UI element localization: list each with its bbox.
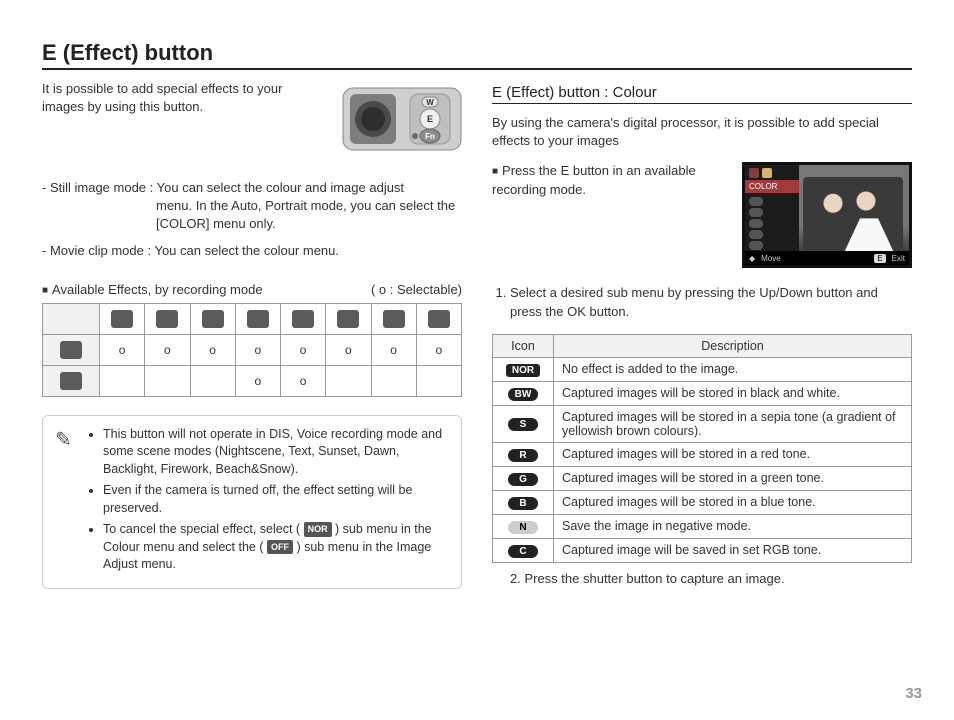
page-title: E (Effect) button: [42, 40, 912, 70]
lcd-updown-icon: ◆: [749, 254, 755, 263]
step-1: Select a desired sub menu by pressing th…: [510, 284, 912, 320]
note-item: To cancel the special effect, select ( N…: [103, 521, 449, 574]
table-row: NORNo effect is added to the image.: [493, 357, 912, 381]
press-e-text: ■Press the E button in an available reco…: [492, 162, 726, 198]
right-column: E (Effect) button : Colour By using the …: [492, 80, 912, 589]
effect-icon-n: N: [508, 521, 538, 534]
mode-icon: [111, 310, 133, 328]
mode-icon: [247, 310, 269, 328]
mode-icon: [337, 310, 359, 328]
note-item: Even if the camera is turned off, the ef…: [103, 482, 449, 517]
effect-icon-g: G: [508, 473, 538, 486]
effect-icon-b: B: [508, 497, 538, 510]
sub-title: E (Effect) button : Colour: [492, 84, 912, 104]
still-mode-desc: - Still image mode : You can select the …: [42, 179, 462, 234]
left-column: It is possible to add special effects to…: [42, 80, 462, 589]
svg-text:E: E: [427, 114, 433, 124]
table-row: GCaptured images will be stored in a gre…: [493, 466, 912, 490]
mode-icon: [428, 310, 450, 328]
table-row: o o o o o o o o: [43, 334, 462, 365]
lcd-move-label: Move: [761, 254, 781, 263]
row-icon: [60, 372, 82, 390]
mode-icon: [292, 310, 314, 328]
intro-text: It is possible to add special effects to…: [42, 80, 324, 161]
lcd-preview: COLOR ◆ Move E Ex: [742, 162, 912, 268]
table-row: BWCaptured images will be stored in blac…: [493, 381, 912, 405]
mode-icon: [156, 310, 178, 328]
available-effects-legend: ( o : Selectable): [371, 282, 462, 297]
desc-head-icon: Icon: [493, 334, 554, 357]
lcd-color-label: COLOR: [745, 180, 799, 193]
table-row: CCaptured image will be saved in set RGB…: [493, 538, 912, 562]
effect-icon-s: S: [508, 418, 538, 431]
movie-mode-desc: - Movie clip mode : You can select the c…: [42, 242, 462, 260]
nor-badge: NOR: [304, 522, 332, 537]
sub-intro: By using the camera's digital processor,…: [492, 114, 912, 150]
steps-list: Select a desired sub menu by pressing th…: [492, 284, 912, 320]
camera-illustration: W E Fn: [342, 80, 462, 161]
svg-text:W: W: [426, 98, 434, 107]
available-effects-label: ■Available Effects, by recording mode: [42, 282, 263, 297]
note-box: ✎ This button will not operate in DIS, V…: [42, 415, 462, 589]
row-icon: [60, 341, 82, 359]
mode-icon: [202, 310, 224, 328]
table-row: o o: [43, 365, 462, 396]
table-row: RCaptured images will be stored in a red…: [493, 442, 912, 466]
effects-table: o o o o o o o o o: [42, 303, 462, 397]
lcd-exit-key: E: [874, 254, 885, 263]
description-table: Icon Description NORNo effect is added t…: [492, 334, 912, 563]
table-row: SCaptured images will be stored in a sep…: [493, 405, 912, 442]
off-badge: OFF: [267, 540, 293, 555]
svg-text:Fn: Fn: [425, 132, 435, 141]
effect-icon-c: C: [508, 545, 538, 558]
note-item: This button will not operate in DIS, Voi…: [103, 426, 449, 479]
page-number: 33: [905, 685, 922, 702]
table-row: NSave the image in negative mode.: [493, 514, 912, 538]
note-icon: ✎: [55, 426, 79, 578]
effect-icon-nor: NOR: [506, 364, 540, 377]
mode-icon: [383, 310, 405, 328]
effect-icon-bw: BW: [508, 388, 538, 401]
table-row: BCaptured images will be stored in a blu…: [493, 490, 912, 514]
effect-icon-r: R: [508, 449, 538, 462]
lcd-exit-label: Exit: [892, 254, 905, 263]
step-2: 2. Press the shutter button to capture a…: [492, 571, 912, 586]
desc-head-desc: Description: [554, 334, 912, 357]
